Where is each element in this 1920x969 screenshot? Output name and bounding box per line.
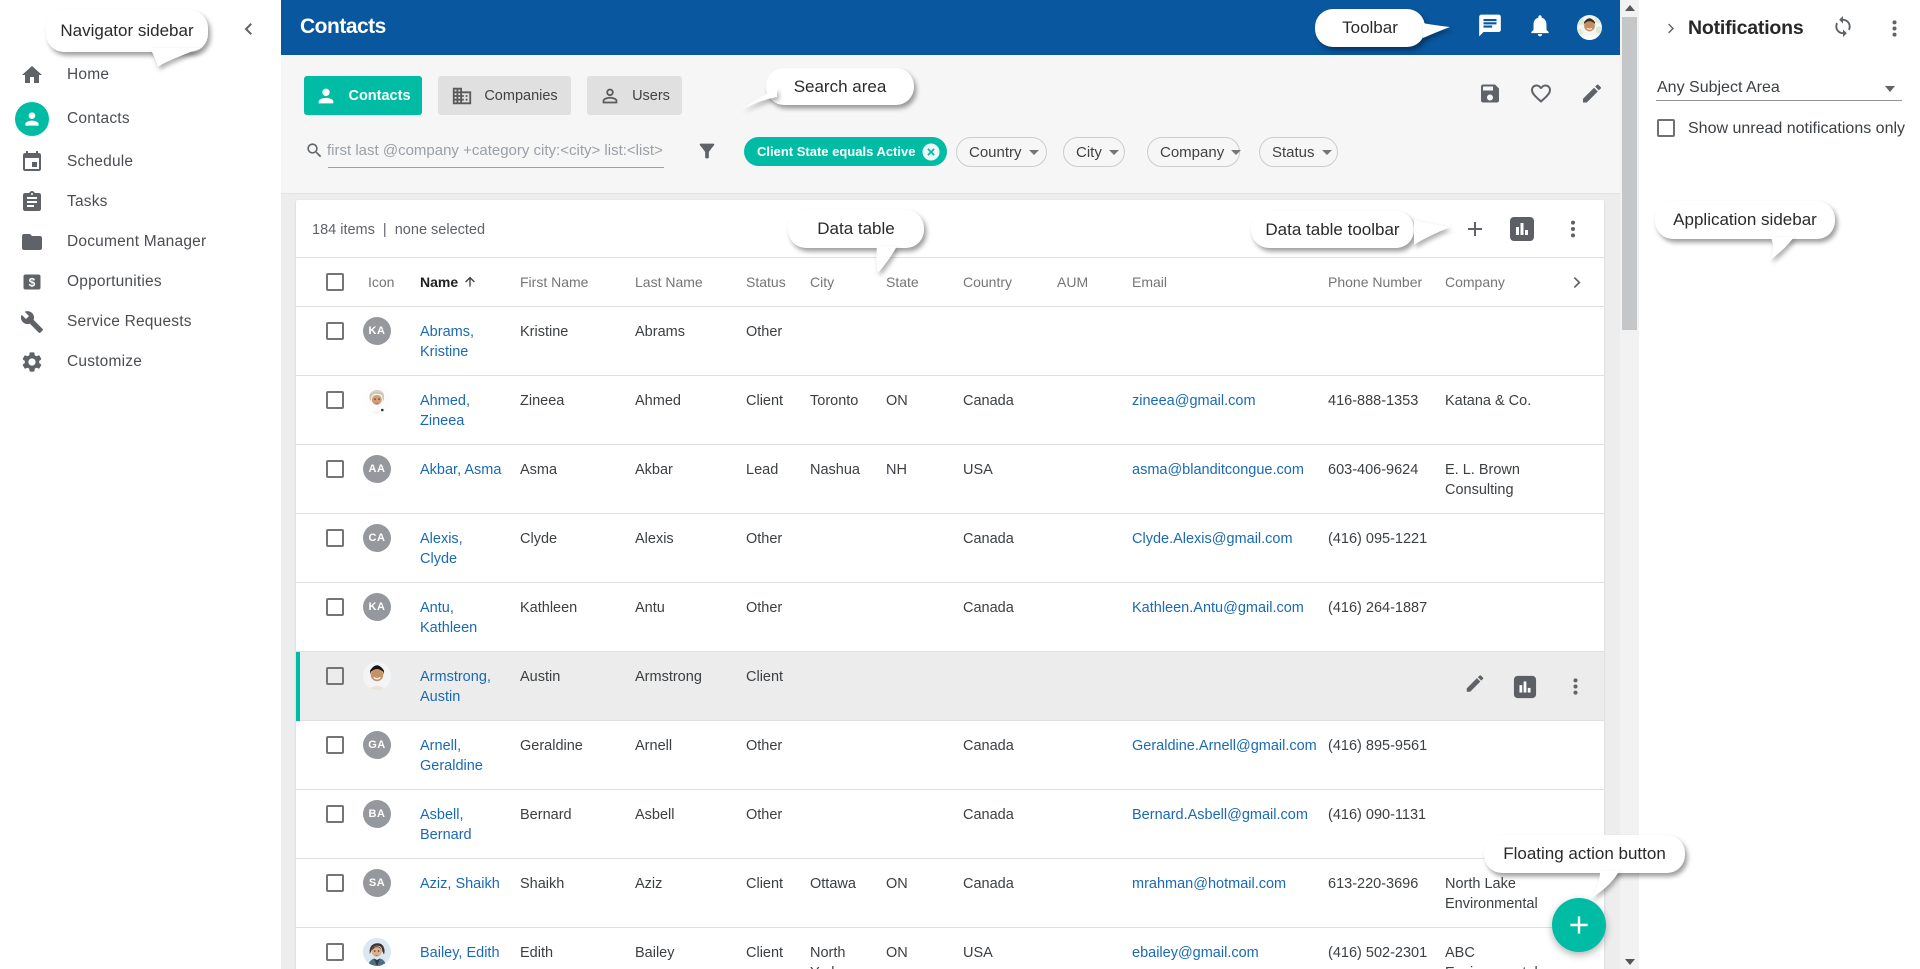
svg-text:$: $ [29,276,36,290]
